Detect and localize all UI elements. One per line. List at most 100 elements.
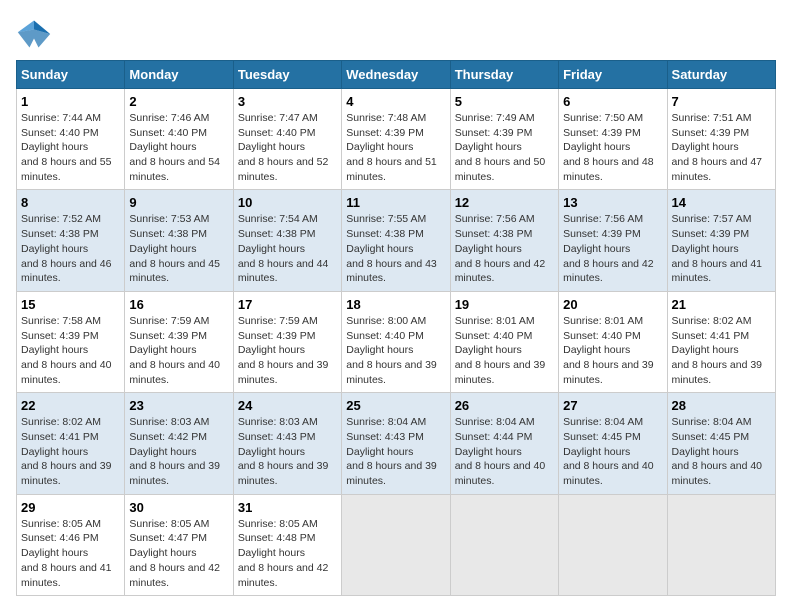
calendar-cell: 5 Sunrise: 7:49 AM Sunset: 4:39 PM Dayli…	[450, 89, 558, 190]
day-number: 10	[238, 195, 337, 210]
day-info: Sunrise: 8:02 AM Sunset: 4:41 PM Dayligh…	[672, 314, 771, 387]
day-info: Sunrise: 7:56 AM Sunset: 4:39 PM Dayligh…	[563, 212, 662, 285]
day-number: 25	[346, 398, 445, 413]
calendar-cell: 22 Sunrise: 8:02 AM Sunset: 4:41 PM Dayl…	[17, 393, 125, 494]
day-number: 4	[346, 94, 445, 109]
day-number: 26	[455, 398, 554, 413]
day-number: 2	[129, 94, 228, 109]
calendar-cell: 11 Sunrise: 7:55 AM Sunset: 4:38 PM Dayl…	[342, 190, 450, 291]
day-number: 30	[129, 500, 228, 515]
day-number: 8	[21, 195, 120, 210]
weekday-header: Thursday	[450, 61, 558, 89]
page-header	[16, 16, 776, 52]
day-number: 17	[238, 297, 337, 312]
day-number: 27	[563, 398, 662, 413]
day-number: 5	[455, 94, 554, 109]
weekday-header: Saturday	[667, 61, 775, 89]
calendar-header: SundayMondayTuesdayWednesdayThursdayFrid…	[17, 61, 776, 89]
logo	[16, 16, 56, 52]
calendar-cell: 21 Sunrise: 8:02 AM Sunset: 4:41 PM Dayl…	[667, 291, 775, 392]
calendar-cell: 18 Sunrise: 8:00 AM Sunset: 4:40 PM Dayl…	[342, 291, 450, 392]
day-number: 22	[21, 398, 120, 413]
calendar-cell: 7 Sunrise: 7:51 AM Sunset: 4:39 PM Dayli…	[667, 89, 775, 190]
calendar-cell: 27 Sunrise: 8:04 AM Sunset: 4:45 PM Dayl…	[559, 393, 667, 494]
day-info: Sunrise: 8:02 AM Sunset: 4:41 PM Dayligh…	[21, 415, 120, 488]
calendar-cell: 14 Sunrise: 7:57 AM Sunset: 4:39 PM Dayl…	[667, 190, 775, 291]
day-number: 1	[21, 94, 120, 109]
day-info: Sunrise: 8:03 AM Sunset: 4:42 PM Dayligh…	[129, 415, 228, 488]
calendar-week-row: 15 Sunrise: 7:58 AM Sunset: 4:39 PM Dayl…	[17, 291, 776, 392]
day-info: Sunrise: 8:04 AM Sunset: 4:43 PM Dayligh…	[346, 415, 445, 488]
calendar-cell: 6 Sunrise: 7:50 AM Sunset: 4:39 PM Dayli…	[559, 89, 667, 190]
calendar-body: 1 Sunrise: 7:44 AM Sunset: 4:40 PM Dayli…	[17, 89, 776, 596]
day-number: 31	[238, 500, 337, 515]
calendar-cell	[667, 494, 775, 595]
calendar-cell	[559, 494, 667, 595]
calendar-cell: 9 Sunrise: 7:53 AM Sunset: 4:38 PM Dayli…	[125, 190, 233, 291]
day-number: 20	[563, 297, 662, 312]
calendar-cell: 8 Sunrise: 7:52 AM Sunset: 4:38 PM Dayli…	[17, 190, 125, 291]
day-info: Sunrise: 7:59 AM Sunset: 4:39 PM Dayligh…	[238, 314, 337, 387]
day-info: Sunrise: 8:04 AM Sunset: 4:45 PM Dayligh…	[672, 415, 771, 488]
calendar-cell: 30 Sunrise: 8:05 AM Sunset: 4:47 PM Dayl…	[125, 494, 233, 595]
calendar-cell: 13 Sunrise: 7:56 AM Sunset: 4:39 PM Dayl…	[559, 190, 667, 291]
calendar-cell: 31 Sunrise: 8:05 AM Sunset: 4:48 PM Dayl…	[233, 494, 341, 595]
day-number: 3	[238, 94, 337, 109]
day-number: 6	[563, 94, 662, 109]
day-number: 16	[129, 297, 228, 312]
day-number: 12	[455, 195, 554, 210]
day-number: 13	[563, 195, 662, 210]
weekday-header: Sunday	[17, 61, 125, 89]
weekday-header: Monday	[125, 61, 233, 89]
day-info: Sunrise: 7:49 AM Sunset: 4:39 PM Dayligh…	[455, 111, 554, 184]
calendar-week-row: 29 Sunrise: 8:05 AM Sunset: 4:46 PM Dayl…	[17, 494, 776, 595]
day-info: Sunrise: 7:59 AM Sunset: 4:39 PM Dayligh…	[129, 314, 228, 387]
weekday-header: Wednesday	[342, 61, 450, 89]
day-info: Sunrise: 8:01 AM Sunset: 4:40 PM Dayligh…	[455, 314, 554, 387]
calendar-cell: 20 Sunrise: 8:01 AM Sunset: 4:40 PM Dayl…	[559, 291, 667, 392]
calendar-cell	[450, 494, 558, 595]
day-info: Sunrise: 7:53 AM Sunset: 4:38 PM Dayligh…	[129, 212, 228, 285]
day-info: Sunrise: 7:47 AM Sunset: 4:40 PM Dayligh…	[238, 111, 337, 184]
day-number: 24	[238, 398, 337, 413]
day-number: 14	[672, 195, 771, 210]
calendar-table: SundayMondayTuesdayWednesdayThursdayFrid…	[16, 60, 776, 596]
logo-icon	[16, 16, 52, 52]
calendar-cell: 4 Sunrise: 7:48 AM Sunset: 4:39 PM Dayli…	[342, 89, 450, 190]
weekday-header-row: SundayMondayTuesdayWednesdayThursdayFrid…	[17, 61, 776, 89]
day-number: 19	[455, 297, 554, 312]
calendar-cell: 3 Sunrise: 7:47 AM Sunset: 4:40 PM Dayli…	[233, 89, 341, 190]
calendar-cell: 12 Sunrise: 7:56 AM Sunset: 4:38 PM Dayl…	[450, 190, 558, 291]
day-number: 18	[346, 297, 445, 312]
calendar-cell: 2 Sunrise: 7:46 AM Sunset: 4:40 PM Dayli…	[125, 89, 233, 190]
calendar-cell: 28 Sunrise: 8:04 AM Sunset: 4:45 PM Dayl…	[667, 393, 775, 494]
day-info: Sunrise: 8:05 AM Sunset: 4:48 PM Dayligh…	[238, 517, 337, 590]
day-number: 21	[672, 297, 771, 312]
day-info: Sunrise: 8:01 AM Sunset: 4:40 PM Dayligh…	[563, 314, 662, 387]
day-info: Sunrise: 8:04 AM Sunset: 4:45 PM Dayligh…	[563, 415, 662, 488]
day-info: Sunrise: 8:03 AM Sunset: 4:43 PM Dayligh…	[238, 415, 337, 488]
calendar-cell: 25 Sunrise: 8:04 AM Sunset: 4:43 PM Dayl…	[342, 393, 450, 494]
calendar-cell: 26 Sunrise: 8:04 AM Sunset: 4:44 PM Dayl…	[450, 393, 558, 494]
day-number: 28	[672, 398, 771, 413]
day-number: 29	[21, 500, 120, 515]
calendar-cell: 17 Sunrise: 7:59 AM Sunset: 4:39 PM Dayl…	[233, 291, 341, 392]
day-info: Sunrise: 7:44 AM Sunset: 4:40 PM Dayligh…	[21, 111, 120, 184]
calendar-week-row: 22 Sunrise: 8:02 AM Sunset: 4:41 PM Dayl…	[17, 393, 776, 494]
calendar-week-row: 8 Sunrise: 7:52 AM Sunset: 4:38 PM Dayli…	[17, 190, 776, 291]
calendar-cell: 29 Sunrise: 8:05 AM Sunset: 4:46 PM Dayl…	[17, 494, 125, 595]
day-number: 15	[21, 297, 120, 312]
day-number: 9	[129, 195, 228, 210]
calendar-cell: 15 Sunrise: 7:58 AM Sunset: 4:39 PM Dayl…	[17, 291, 125, 392]
calendar-cell: 10 Sunrise: 7:54 AM Sunset: 4:38 PM Dayl…	[233, 190, 341, 291]
day-info: Sunrise: 7:54 AM Sunset: 4:38 PM Dayligh…	[238, 212, 337, 285]
calendar-week-row: 1 Sunrise: 7:44 AM Sunset: 4:40 PM Dayli…	[17, 89, 776, 190]
calendar-cell	[342, 494, 450, 595]
day-info: Sunrise: 7:55 AM Sunset: 4:38 PM Dayligh…	[346, 212, 445, 285]
calendar-cell: 1 Sunrise: 7:44 AM Sunset: 4:40 PM Dayli…	[17, 89, 125, 190]
day-info: Sunrise: 7:58 AM Sunset: 4:39 PM Dayligh…	[21, 314, 120, 387]
day-info: Sunrise: 7:57 AM Sunset: 4:39 PM Dayligh…	[672, 212, 771, 285]
calendar-cell: 24 Sunrise: 8:03 AM Sunset: 4:43 PM Dayl…	[233, 393, 341, 494]
day-info: Sunrise: 7:52 AM Sunset: 4:38 PM Dayligh…	[21, 212, 120, 285]
calendar-cell: 16 Sunrise: 7:59 AM Sunset: 4:39 PM Dayl…	[125, 291, 233, 392]
